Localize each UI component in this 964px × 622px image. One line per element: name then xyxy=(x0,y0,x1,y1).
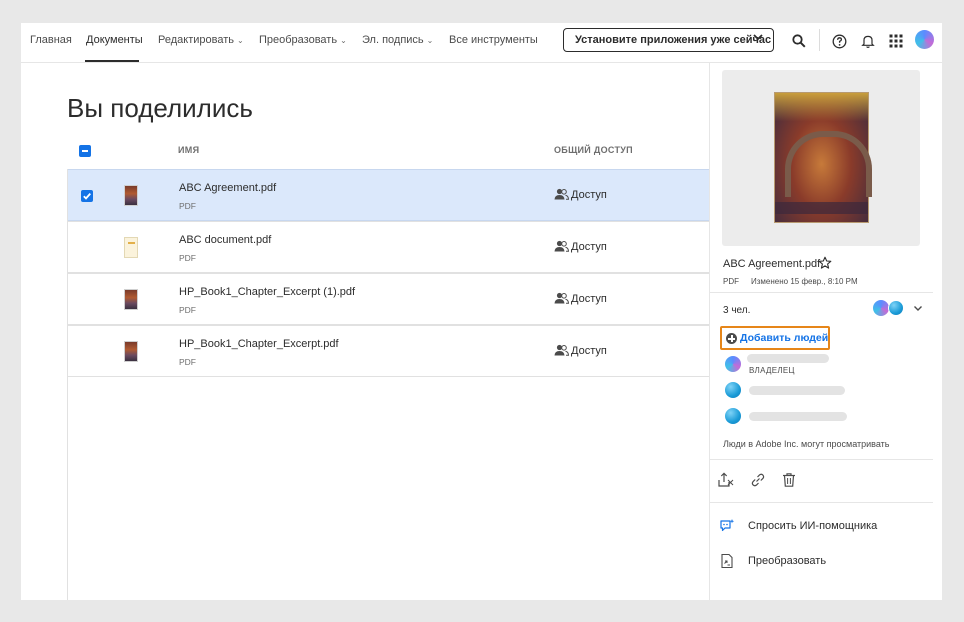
avatar xyxy=(725,382,741,398)
file-thumbnail xyxy=(124,289,138,310)
nav-edit[interactable]: Редактировать ⌄ xyxy=(158,23,244,63)
access-status[interactable]: Доступ xyxy=(554,240,607,253)
person-name-placeholder xyxy=(749,412,847,421)
access-status[interactable]: Доступ xyxy=(554,344,607,357)
file-type: PDF xyxy=(179,357,196,367)
convert-icon xyxy=(719,553,735,569)
ask-ai-assistant-action[interactable]: Спросить ИИ-помощника xyxy=(710,512,933,542)
avatar xyxy=(725,356,741,372)
table-row[interactable]: HP_Book1_Chapter_Excerpt.pdf PDF Доступ xyxy=(68,325,710,377)
file-meta: PDF Изменено 15 февр., 8:10 PM xyxy=(723,277,858,286)
table-row[interactable]: ABC Agreement.pdf PDF Доступ xyxy=(68,169,710,221)
chevron-down-icon: ⌄ xyxy=(340,36,347,45)
chevron-down-icon xyxy=(753,29,763,51)
bell-icon[interactable] xyxy=(858,31,878,51)
modified-date: Изменено 15 февр., 8:10 PM xyxy=(751,277,858,286)
people-icon xyxy=(554,240,570,252)
help-icon[interactable] xyxy=(829,31,849,51)
chevron-down-icon: ⌄ xyxy=(237,36,244,45)
divider xyxy=(710,459,933,460)
convert-action[interactable]: Преобразовать xyxy=(710,547,933,577)
page-title: Вы поделились xyxy=(67,93,253,123)
file-type: PDF xyxy=(179,253,196,263)
nav-home[interactable]: Главная xyxy=(30,23,72,63)
user-avatar[interactable] xyxy=(915,30,934,49)
column-header-sharing: ОБЩИЙ ДОСТУП xyxy=(554,145,633,155)
file-name[interactable]: ABC Agreement.pdf xyxy=(179,182,276,194)
people-icon xyxy=(554,344,570,356)
person-name-placeholder xyxy=(749,386,845,395)
install-apps-button[interactable]: Установите приложения уже сейчас xyxy=(563,28,774,52)
file-thumbnail xyxy=(124,185,138,206)
share-upload-icon[interactable] xyxy=(717,471,735,489)
avatar xyxy=(725,408,741,424)
select-all-checkbox[interactable] xyxy=(79,145,91,157)
file-type: PDF xyxy=(723,277,739,286)
panel-file-name: ABC Agreement.pdf xyxy=(723,258,821,270)
trash-icon[interactable] xyxy=(780,471,798,489)
nav-active-indicator xyxy=(85,60,139,62)
details-panel: ABC Agreement.pdf PDF Изменено 15 февр., … xyxy=(709,63,933,600)
nav-documents[interactable]: Документы xyxy=(86,23,143,63)
table-row[interactable]: HP_Book1_Chapter_Excerpt (1).pdf PDF Дос… xyxy=(68,273,710,325)
file-name[interactable]: HP_Book1_Chapter_Excerpt (1).pdf xyxy=(179,286,355,298)
apps-grid-icon[interactable] xyxy=(886,31,906,51)
file-preview[interactable] xyxy=(722,70,920,246)
chevron-down-icon[interactable] xyxy=(913,303,923,315)
divider xyxy=(710,502,933,503)
search-icon[interactable] xyxy=(789,31,809,51)
owner-name-placeholder xyxy=(747,354,829,363)
file-list: ABC Agreement.pdf PDF Доступ ABC documen… xyxy=(67,169,710,600)
nav-all-tools[interactable]: Все инструменты xyxy=(449,23,538,63)
row-checkbox[interactable] xyxy=(81,190,93,202)
access-status[interactable]: Доступ xyxy=(554,188,607,201)
file-name[interactable]: HP_Book1_Chapter_Excerpt.pdf xyxy=(179,338,339,350)
file-name[interactable]: ABC document.pdf xyxy=(179,234,271,246)
table-row[interactable]: ABC document.pdf PDF Доступ xyxy=(68,221,710,273)
people-icon xyxy=(554,188,570,200)
top-navigation: Главная Документы Редактировать ⌄ Преобра… xyxy=(21,23,942,63)
owner-role-label: ВЛАДЕЛЕЦ xyxy=(749,366,795,375)
link-icon[interactable] xyxy=(749,471,767,489)
add-people-button[interactable]: Добавить людей xyxy=(720,326,830,350)
people-count: 3 чел. xyxy=(723,305,751,316)
file-thumbnail xyxy=(124,341,138,362)
sharing-note: Люди в Adobe Inc. могут просматривать xyxy=(723,439,890,449)
column-header-name[interactable]: ИМЯ xyxy=(178,145,199,155)
avatar xyxy=(888,300,904,316)
book-cover-thumbnail xyxy=(774,92,872,223)
file-thumbnail xyxy=(124,237,138,258)
app-window: Главная Документы Редактировать ⌄ Преобра… xyxy=(21,23,942,600)
plus-circle-icon xyxy=(726,333,737,344)
nav-esign[interactable]: Эл. подпись ⌄ xyxy=(362,23,433,63)
file-type: PDF xyxy=(179,201,196,211)
divider xyxy=(710,292,933,293)
file-type: PDF xyxy=(179,305,196,315)
access-status[interactable]: Доступ xyxy=(554,292,607,305)
toolbar-divider xyxy=(819,29,820,51)
ai-assistant-icon xyxy=(719,518,735,534)
nav-convert[interactable]: Преобразовать ⌄ xyxy=(259,23,347,63)
chevron-down-icon: ⌄ xyxy=(426,36,434,45)
avatar xyxy=(873,300,889,316)
star-icon[interactable] xyxy=(818,256,832,270)
people-icon xyxy=(554,292,570,304)
